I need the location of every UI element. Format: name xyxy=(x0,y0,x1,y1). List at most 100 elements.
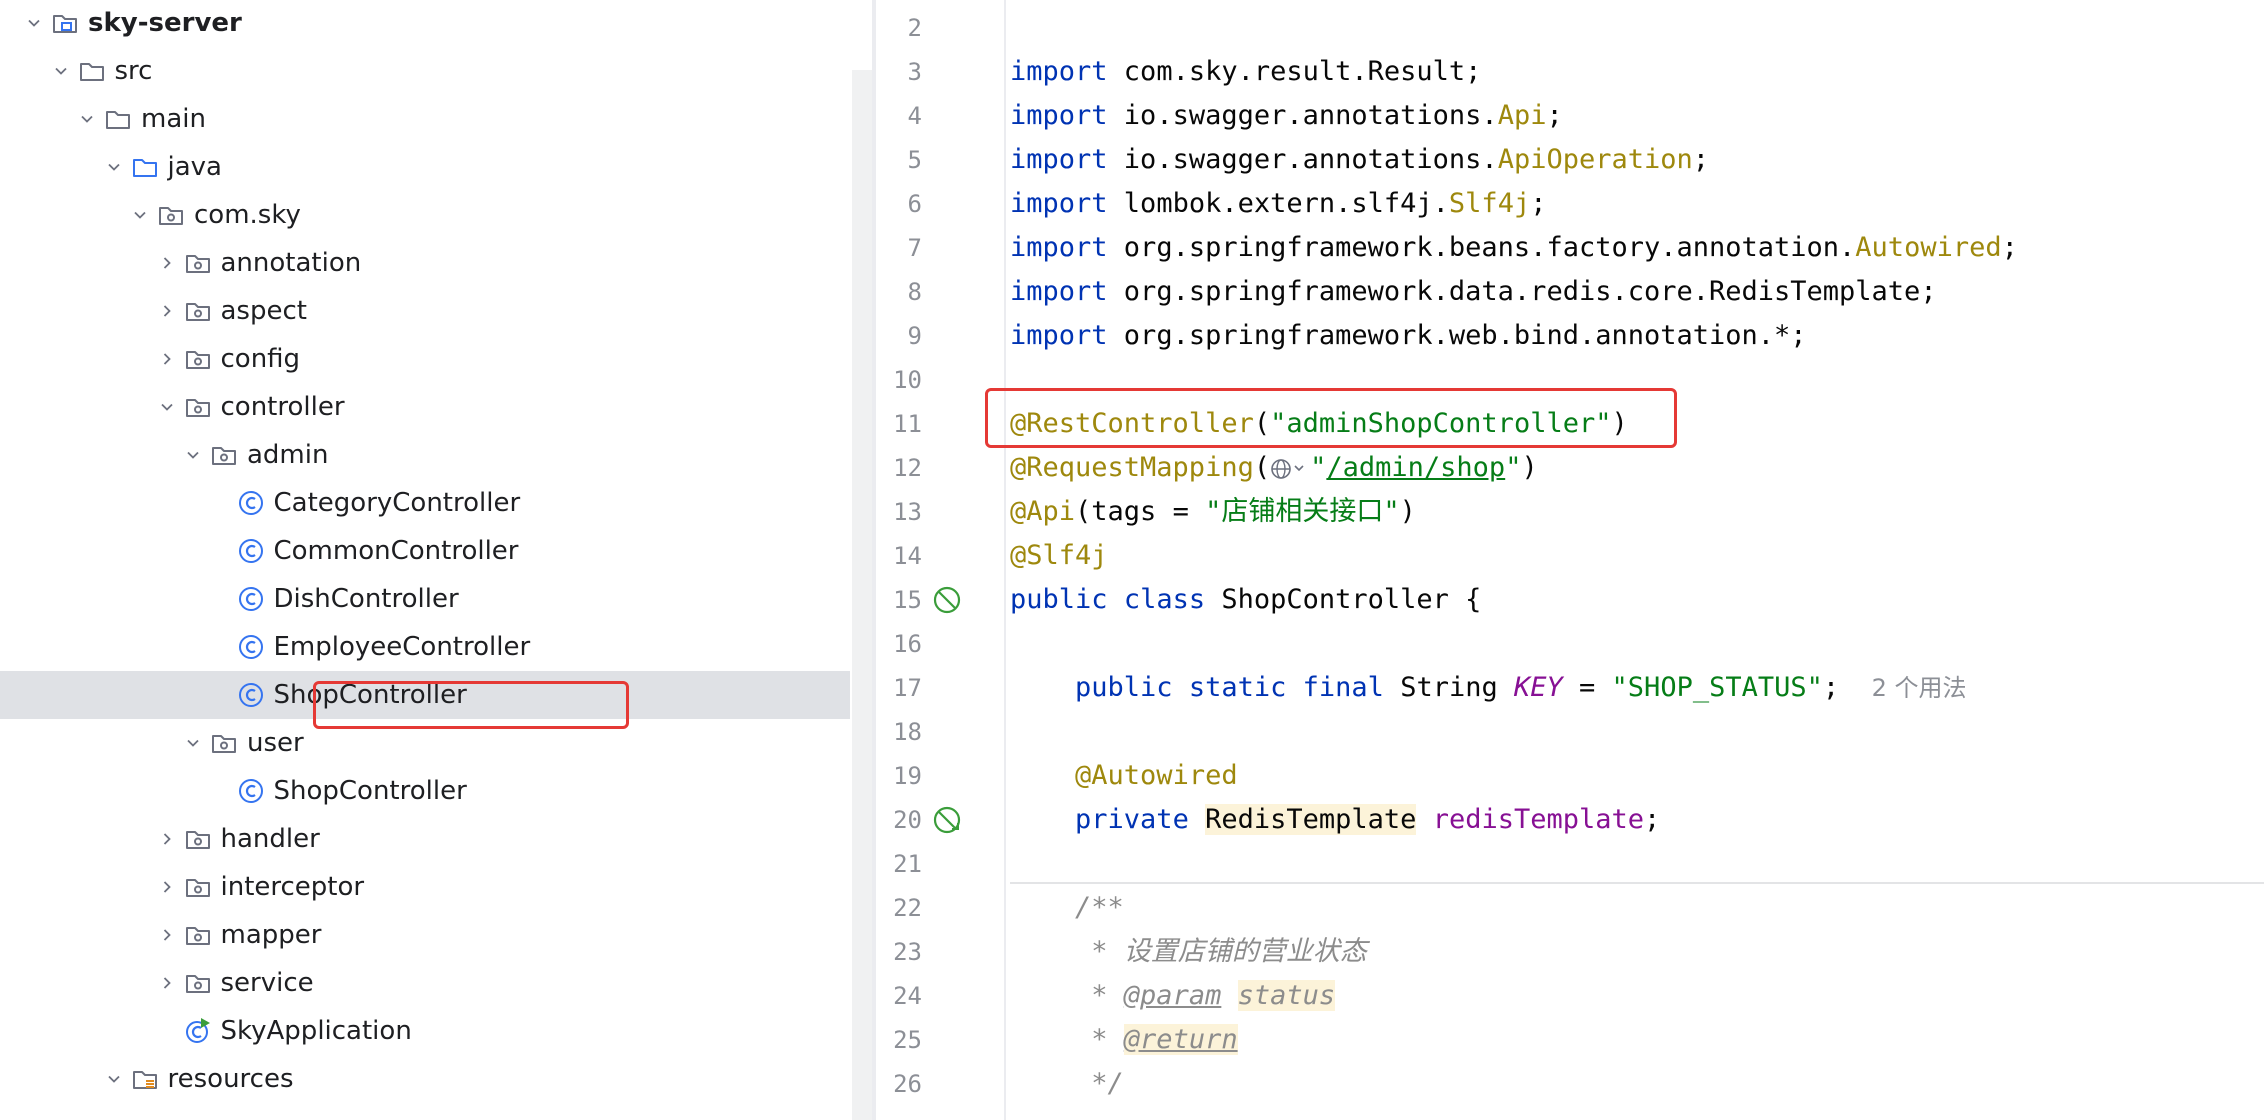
line-number[interactable]: 3 xyxy=(876,50,922,94)
code-token: " xyxy=(1310,452,1327,483)
tree-item-annotation[interactable]: annotation xyxy=(0,239,850,287)
tree-item-mapper[interactable]: mapper xyxy=(0,911,850,959)
code-line[interactable]: public static final String KEY = "SHOP_S… xyxy=(1010,666,1967,710)
tree-item-src[interactable]: src xyxy=(0,47,850,95)
line-number[interactable]: 5 xyxy=(876,138,922,182)
line-number[interactable]: 2 xyxy=(876,6,922,50)
tree-item-resources[interactable]: resources xyxy=(0,1055,850,1103)
chevron-right-icon[interactable] xyxy=(155,971,179,995)
line-number[interactable]: 7 xyxy=(876,226,922,270)
tree-scrollbar[interactable] xyxy=(852,70,872,1120)
line-number[interactable]: 17 xyxy=(876,666,922,710)
code-line[interactable]: * @return xyxy=(1010,1018,1238,1062)
tree-item-label: CategoryController xyxy=(273,488,521,518)
code-line[interactable]: private RedisTemplate redisTemplate; xyxy=(1010,798,1660,842)
code-line[interactable]: import com.sky.result.Result; xyxy=(1010,50,1481,94)
code-line[interactable]: @Slf4j xyxy=(1010,534,1108,578)
code-line[interactable]: @RequestMapping("/admin/shop") xyxy=(1010,446,1538,490)
tree-item-interceptor[interactable]: interceptor xyxy=(0,863,850,911)
chevron-right-icon[interactable] xyxy=(155,251,179,275)
code-line[interactable]: @Api(tags = "店铺相关接口") xyxy=(1010,490,1416,534)
tree-item-dishcontroller[interactable]: DishController xyxy=(0,575,850,623)
line-number[interactable]: 18 xyxy=(876,710,922,754)
tree-item-config[interactable]: config xyxy=(0,335,850,383)
tree-item-service[interactable]: service xyxy=(0,959,850,1007)
line-number[interactable]: 19 xyxy=(876,754,922,798)
code-line[interactable]: * 设置店铺的营业状态 xyxy=(1010,930,1367,974)
code-line[interactable]: import io.swagger.annotations.Api; xyxy=(1010,94,1563,138)
code-line[interactable]: public class ShopController { xyxy=(1010,578,1481,622)
line-number[interactable]: 12 xyxy=(876,446,922,490)
chevron-down-icon[interactable] xyxy=(22,11,46,35)
line-number[interactable]: 25 xyxy=(876,1018,922,1062)
chevron-down-icon[interactable] xyxy=(102,155,126,179)
tree-item-handler[interactable]: handler xyxy=(0,815,850,863)
package-icon xyxy=(183,920,213,950)
chevron-right-icon[interactable] xyxy=(155,299,179,323)
chevron-down-icon[interactable] xyxy=(181,443,205,467)
tree-item-label: config xyxy=(220,344,301,374)
tree-item-employeecontroller[interactable]: EmployeeController xyxy=(0,623,850,671)
chevron-right-icon[interactable] xyxy=(155,827,179,851)
code-line[interactable]: import io.swagger.annotations.ApiOperati… xyxy=(1010,138,1709,182)
code-line[interactable]: import org.springframework.data.redis.co… xyxy=(1010,270,1937,314)
tree-item-categorycontroller[interactable]: CategoryController xyxy=(0,479,850,527)
url-globe-icon[interactable] xyxy=(1270,452,1310,483)
code-line[interactable]: */ xyxy=(1010,1062,1124,1106)
spring-bean-icon[interactable] xyxy=(930,583,964,617)
code-editor[interactable]: import com.sky.result.Result; import io.s… xyxy=(1010,0,2264,1120)
line-number[interactable]: 20 xyxy=(876,798,922,842)
code-line[interactable]: import org.springframework.web.bind.anno… xyxy=(1010,314,1807,358)
spring-autowired-icon[interactable] xyxy=(930,803,964,837)
line-number[interactable]: 14 xyxy=(876,534,922,578)
tree-item-java[interactable]: java xyxy=(0,143,850,191)
code-token: ; xyxy=(1530,188,1547,219)
chevron-down-icon[interactable] xyxy=(49,59,73,83)
code-token: /** xyxy=(1010,892,1124,923)
code-line[interactable]: * @param status xyxy=(1010,974,1336,1018)
chevron-down-icon[interactable] xyxy=(181,731,205,755)
line-number[interactable]: 24 xyxy=(876,974,922,1018)
line-number[interactable]: 13 xyxy=(876,490,922,534)
line-number[interactable]: 6 xyxy=(876,182,922,226)
line-number[interactable]: 4 xyxy=(876,94,922,138)
code-line[interactable]: import lombok.extern.slf4j.Slf4j; xyxy=(1010,182,1546,226)
tree-item-com-sky[interactable]: com.sky xyxy=(0,191,850,239)
line-number[interactable]: 15 xyxy=(876,578,922,622)
code-token: final xyxy=(1302,672,1384,703)
code-token: Slf4j xyxy=(1448,188,1531,219)
chevron-right-icon[interactable] xyxy=(155,875,179,899)
code-token: @Slf4j xyxy=(1010,540,1108,571)
chevron-right-icon[interactable] xyxy=(155,923,179,947)
tree-item-admin[interactable]: admin xyxy=(0,431,850,479)
module-folder-icon xyxy=(50,8,80,38)
line-number[interactable]: 23 xyxy=(876,930,922,974)
tree-item-commoncontroller[interactable]: CommonController xyxy=(0,527,850,575)
code-token: import xyxy=(1010,144,1108,175)
line-number[interactable]: 10 xyxy=(876,358,922,402)
code-line[interactable]: /** xyxy=(1010,886,1124,930)
code-token: 2 个用法 xyxy=(1871,674,1967,702)
chevron-right-icon[interactable] xyxy=(155,347,179,371)
chevron-down-icon[interactable] xyxy=(128,203,152,227)
tree-item-main[interactable]: main xyxy=(0,95,850,143)
tree-item-skyapplication[interactable]: SkyApplication xyxy=(0,1007,850,1055)
tree-item-sky-server[interactable]: sky-server xyxy=(0,0,850,47)
chevron-down-icon[interactable] xyxy=(75,107,99,131)
tree-item-shopcontroller[interactable]: ShopController xyxy=(0,767,850,815)
line-number[interactable]: 26 xyxy=(876,1062,922,1106)
code-token: import xyxy=(1010,320,1108,351)
chevron-down-icon[interactable] xyxy=(155,395,179,419)
line-number[interactable]: 21 xyxy=(876,842,922,886)
chevron-down-icon[interactable] xyxy=(102,1067,126,1091)
code-line[interactable]: @Autowired xyxy=(1010,754,1238,798)
tree-item-aspect[interactable]: aspect xyxy=(0,287,850,335)
code-line[interactable]: import org.springframework.beans.factory… xyxy=(1010,226,2018,270)
line-number[interactable]: 16 xyxy=(876,622,922,666)
line-number[interactable]: 11 xyxy=(876,402,922,446)
line-number[interactable]: 22 xyxy=(876,886,922,930)
line-number[interactable]: 8 xyxy=(876,270,922,314)
tree-item-controller[interactable]: controller xyxy=(0,383,850,431)
line-number[interactable]: 9 xyxy=(876,314,922,358)
